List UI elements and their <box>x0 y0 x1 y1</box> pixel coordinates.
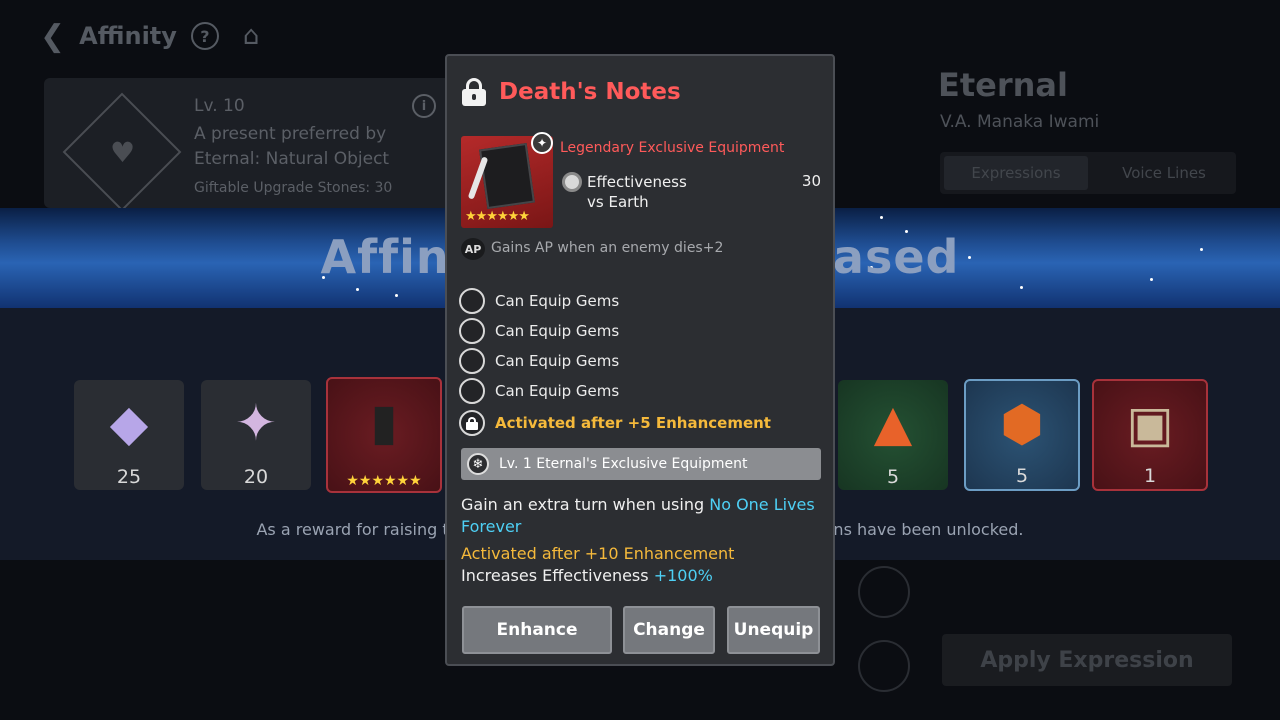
equipment-popup: Death's Notes ★★★★★★ ✦ Legendary Exclusi… <box>445 54 835 666</box>
enhance-button[interactable]: Enhance <box>462 606 612 654</box>
tab-voice-lines[interactable]: Voice Lines <box>1092 152 1236 194</box>
eye-icon[interactable] <box>858 566 910 618</box>
skill-description: Gain an extra turn when using No One Liv… <box>461 494 821 538</box>
reward-count: 20 <box>243 466 269 488</box>
gem-slot-icon <box>459 348 485 374</box>
book-icon <box>479 142 535 210</box>
reward-count: 5 <box>1015 465 1029 487</box>
exclusive-badge-icon: ✦ <box>531 132 553 154</box>
lock-icon <box>459 410 485 436</box>
equipment-kind: Legendary Exclusive Equipment <box>560 140 785 156</box>
deaths-notes-icon: ▮ <box>370 393 398 451</box>
hero-tabs: Expressions Voice Lines <box>940 152 1236 194</box>
effectiveness-label: Effectiveness vs Earth <box>587 172 687 212</box>
gem-slot-icon <box>459 378 485 404</box>
reward-item: ✦ 20 <box>201 380 311 490</box>
reward-item: ⬢ 5 <box>964 379 1080 491</box>
reward-item: ▣ 1 <box>1092 379 1208 491</box>
equipment-stars: ★★★★★★ <box>465 209 530 224</box>
locked-gem-slot: Activated after +5 Enhancement <box>459 410 771 436</box>
reward-count: 25 <box>116 466 142 488</box>
camera-icon[interactable] <box>858 640 910 692</box>
affinity-card: ♥ Lv. 10 A present preferred by Eternal:… <box>44 78 484 212</box>
top-bar: ❮ Affinity ? ⌂ <box>40 16 259 56</box>
gem-slot-label: Can Equip Gems <box>495 322 620 340</box>
tab-expressions[interactable]: Expressions <box>944 156 1088 190</box>
snowflake-icon: ❄ <box>467 453 489 475</box>
upgrade-stones-text: Giftable Upgrade Stones: 30 <box>194 180 393 196</box>
exclusive-equipment-label: Lv. 1 Eternal's Exclusive Equipment <box>499 456 748 472</box>
crystal-icon: ◆ <box>109 394 149 452</box>
star-icon: ✦ <box>235 394 277 452</box>
info-icon[interactable]: i <box>412 94 436 118</box>
increase-value: +100% <box>653 566 713 585</box>
reward-stars: ★★★★★★ <box>346 473 422 489</box>
gem-slot[interactable]: Can Equip Gems <box>459 288 619 314</box>
home-icon[interactable]: ⌂ <box>243 21 260 51</box>
reward-item: ▮ ★★★★★★ <box>326 377 442 493</box>
affinity-level: Lv. 10 <box>194 96 245 116</box>
gem-slot-label: Can Equip Gems <box>495 292 620 310</box>
increase-text: Increases Effectiveness +100% <box>461 566 713 585</box>
popup-header: Death's Notes <box>461 78 681 106</box>
effectiveness-label-line2: vs Earth <box>587 193 649 211</box>
gem-slot-label: Can Equip Gems <box>495 382 620 400</box>
unlock-icon[interactable] <box>461 78 487 106</box>
gem-slot-icon <box>459 318 485 344</box>
increase-label: Increases Effectiveness <box>461 566 654 585</box>
gem-slot[interactable]: Can Equip Gems <box>459 348 619 374</box>
reward-count: 1 <box>1143 465 1157 487</box>
activated-text: Activated after +10 Enhancement <box>461 544 735 563</box>
affinity-description: A present preferred by Eternal: Natural … <box>194 124 390 169</box>
screen-title: Affinity <box>79 22 177 50</box>
effectiveness-value: 30 <box>801 172 821 190</box>
change-button[interactable]: Change <box>623 606 715 654</box>
apply-expression-button[interactable]: Apply Expression <box>942 634 1232 686</box>
gem-slot[interactable]: Can Equip Gems <box>459 378 619 404</box>
reward-count: 5 <box>886 466 900 488</box>
gem-slot[interactable]: Can Equip Gems <box>459 318 619 344</box>
hero-name: Eternal <box>938 66 1068 104</box>
help-icon[interactable]: ? <box>190 22 219 50</box>
ap-substat: Gains AP when an enemy dies+2 <box>491 240 724 256</box>
back-arrow-icon[interactable]: ❮ <box>40 19 65 54</box>
exclusive-equipment-bar: ❄ Lv. 1 Eternal's Exclusive Equipment <box>461 448 821 480</box>
gem-slot-icon <box>459 288 485 314</box>
reward-item: ▲ 5 <box>838 380 948 490</box>
gem-slot-label: Can Equip Gems <box>495 352 620 370</box>
reward-item: ◆ 25 <box>74 380 184 490</box>
enhance-lock-text: Activated after +5 Enhancement <box>495 414 771 432</box>
orange-gem-icon: ⬢ <box>1000 395 1044 453</box>
hero-voice-actor: V.A. Manaka Iwami <box>940 112 1100 132</box>
triangle-stone-icon: ▲ <box>873 394 913 452</box>
book-icon: ▣ <box>1126 395 1174 453</box>
effectiveness-label-line1: Effectiveness <box>587 173 687 191</box>
equipment-title: Death's Notes <box>499 79 681 105</box>
ap-icon: AP <box>461 238 485 260</box>
effectiveness-icon <box>562 172 582 192</box>
skill-text: Gain an extra turn when using <box>461 495 710 514</box>
unequip-button[interactable]: Unequip <box>727 606 820 654</box>
heart-icon: ♥ <box>110 136 136 169</box>
